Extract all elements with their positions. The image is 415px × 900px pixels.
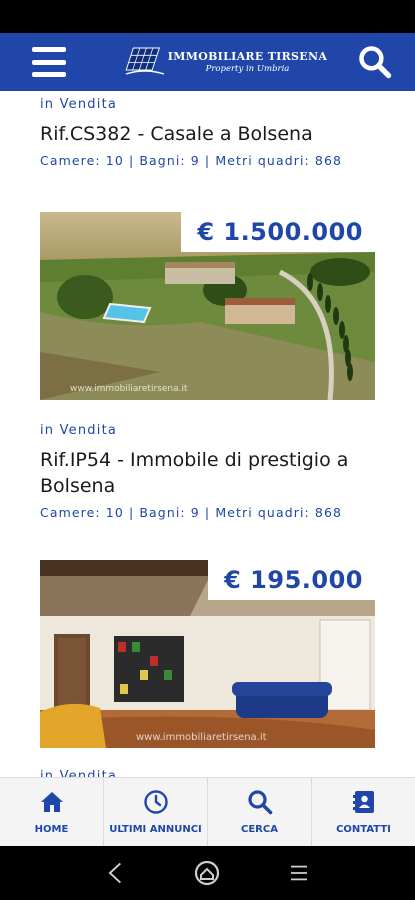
- tab-contacts[interactable]: Contatti: [312, 778, 415, 846]
- tab-search[interactable]: Cerca: [208, 778, 312, 846]
- back-button[interactable]: [101, 858, 131, 888]
- home-nav-button[interactable]: [192, 858, 222, 888]
- menu-line-icon: [32, 47, 66, 52]
- listing-details: Camere: 10 | Bagni: 9 | Metri quadri: 86…: [40, 505, 343, 520]
- listing-photo[interactable]: € 195.000 www.immobiliaretirsena.it: [40, 560, 375, 748]
- listing-price: € 195.000: [208, 560, 375, 600]
- listing-status: in Vendita: [40, 97, 118, 112]
- bottom-tab-bar: Home Ultimi annunci Cerca Contatti: [0, 777, 415, 846]
- recent-apps-button[interactable]: [284, 858, 314, 888]
- header-search-button[interactable]: [355, 42, 395, 82]
- hamburger-menu-button[interactable]: [32, 47, 66, 77]
- tab-latest-listings[interactable]: Ultimi annunci: [104, 778, 208, 846]
- back-chevron-icon: [108, 862, 121, 884]
- photo-watermark: www.immobiliaretirsena.it: [70, 384, 188, 394]
- listing-feed[interactable]: in Vendita Rif.CS382 - Casale a Bolsena …: [0, 91, 415, 777]
- listing-price: € 1.500.000: [181, 212, 375, 252]
- recent-apps-icon: [291, 865, 308, 881]
- listing-status: in Vendita: [40, 769, 118, 777]
- tab-label: Ultimi annunci: [109, 824, 202, 835]
- tab-label: Home: [34, 824, 69, 835]
- brand-logo[interactable]: Immobiliare Tirsena Property in Umbria: [124, 46, 327, 78]
- search-icon: [359, 46, 392, 79]
- listing-card[interactable]: in Vendita Rif.IP54 - Immobile di presti…: [0, 423, 415, 520]
- listing-title[interactable]: Rif.CS382 - Casale a Bolsena: [40, 121, 342, 147]
- contact-book-icon: [352, 791, 374, 813]
- listing-title[interactable]: Rif.IP54 - Immobile di prestigio a Bolse…: [40, 447, 375, 499]
- menu-line-icon: [32, 72, 66, 77]
- listing-card[interactable]: in Vendita: [0, 769, 157, 777]
- photo-watermark: www.immobiliaretirsena.it: [136, 732, 267, 743]
- solar-panel-logo-icon: [125, 47, 165, 75]
- logo-name: Immobiliare Tirsena: [167, 50, 328, 63]
- menu-line-icon: [32, 59, 66, 65]
- status-bar: [0, 0, 415, 33]
- tab-home[interactable]: Home: [0, 778, 104, 846]
- listing-status: in Vendita: [40, 423, 118, 438]
- logo-tagline: Property in Umbria: [205, 64, 290, 74]
- listing-details: Camere: 10 | Bagni: 9 | Metri quadri: 86…: [40, 153, 343, 168]
- listing-photo[interactable]: € 1.500.000 www.immobiliaretirsena.it: [40, 212, 375, 400]
- tab-label: Cerca: [241, 824, 278, 835]
- clock-icon: [143, 790, 168, 814]
- system-navigation-bar: [0, 846, 415, 900]
- listing-card[interactable]: in Vendita Rif.CS382 - Casale a Bolsena …: [0, 97, 382, 168]
- app-header: Immobiliare Tirsena Property in Umbria: [0, 33, 415, 91]
- home-icon: [40, 792, 63, 812]
- search-icon: [247, 790, 272, 815]
- tab-label: Contatti: [336, 824, 391, 835]
- home-circle-icon: [195, 860, 220, 886]
